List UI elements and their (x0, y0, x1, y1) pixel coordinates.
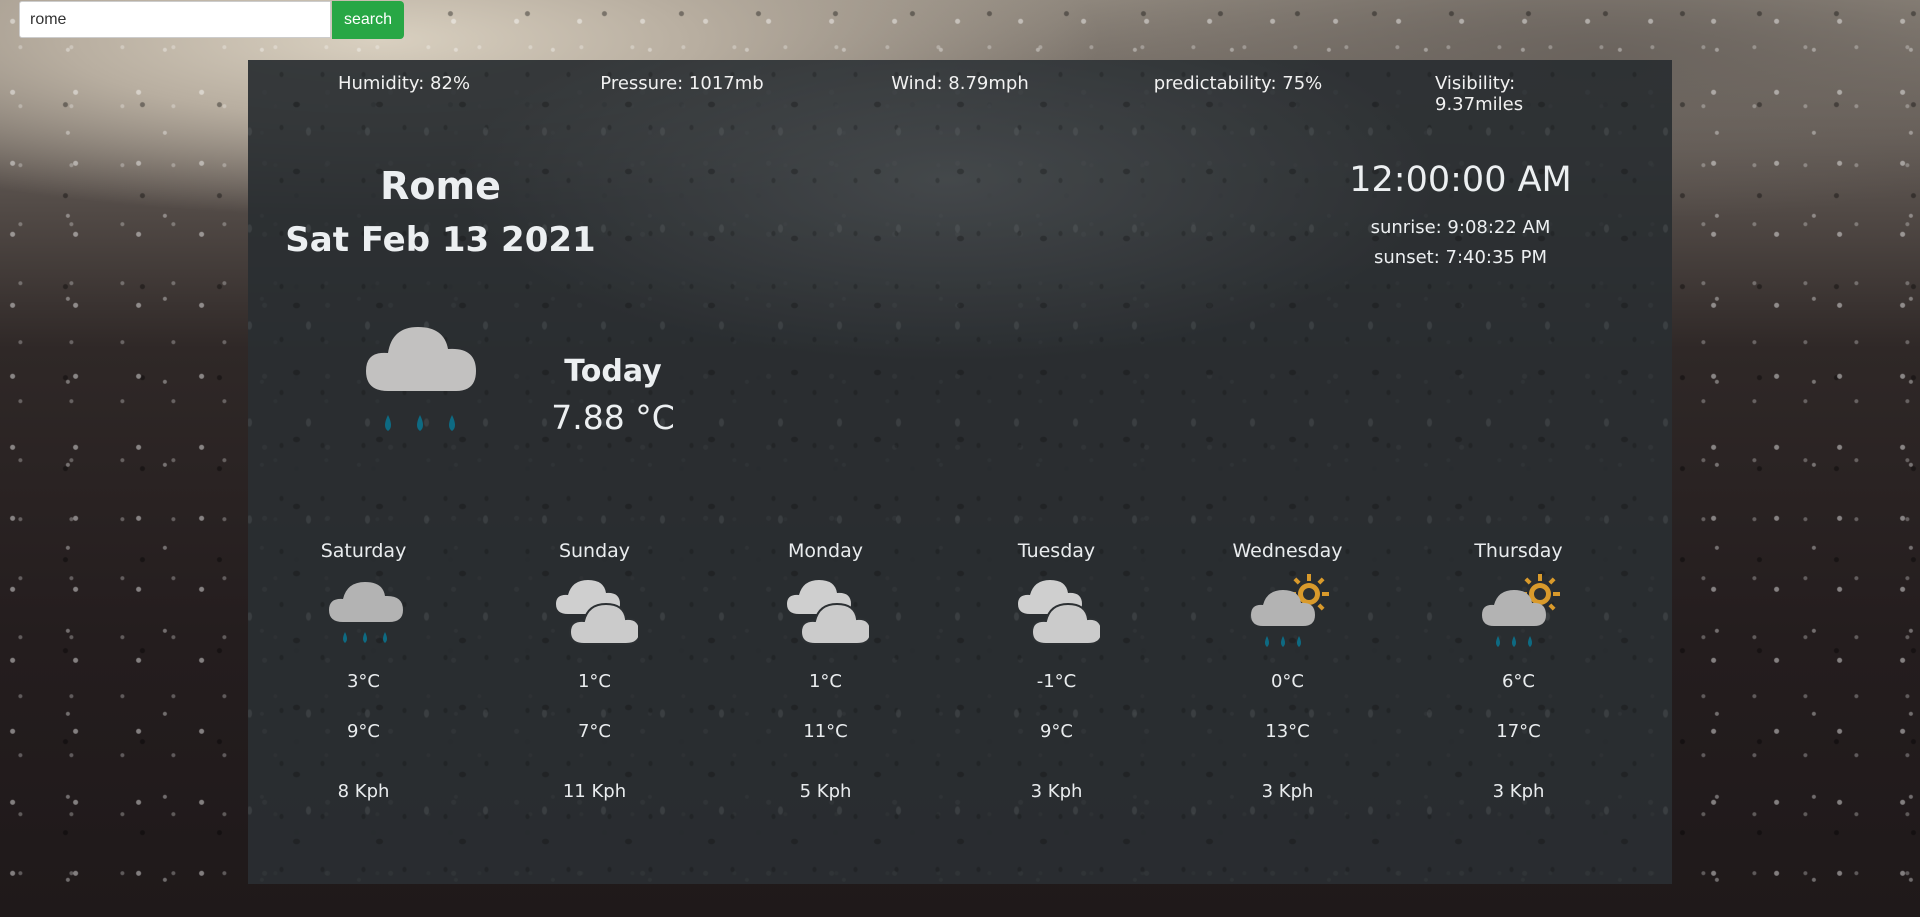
forecast-day-name: Saturday (320, 540, 407, 562)
rain-cloud-icon (366, 327, 476, 431)
forecast-day: Monday 1°C 11°C 5 Kph (710, 540, 941, 840)
cloudy-icon (787, 580, 869, 645)
wind-stat: Wind: 8.79mph (891, 73, 1029, 94)
forecast-low: 3°C (346, 671, 381, 692)
search-input[interactable] (19, 1, 331, 38)
stats-bar: Humidity: 82% Pressure: 1017mb Wind: 8.7… (248, 73, 1672, 115)
sun-rain-cloud-icon (1482, 574, 1560, 647)
search-button[interactable]: search (332, 1, 405, 39)
forecast-day: Thursday 6°C 17°C 3 Kph (1403, 540, 1634, 840)
forecast-high: 7°C (577, 721, 612, 742)
visibility-stat: Visibility: 9.37miles (1435, 73, 1524, 115)
forecast-wind: 3 Kph (1492, 781, 1545, 802)
rain-cloud-icon (329, 582, 403, 643)
forecast-high: 13°C (1265, 721, 1310, 742)
forecast-low: 1°C (577, 671, 612, 692)
forecast-high: 9°C (1039, 721, 1074, 742)
current-time: 12:00:00 AM (1349, 160, 1572, 200)
forecast-day-name: Tuesday (1017, 540, 1096, 562)
forecast-day: Sunday 1°C 7°C 11 Kph (479, 540, 710, 840)
forecast-wind: 8 Kph (337, 781, 390, 802)
cloudy-icon (1018, 580, 1100, 645)
forecast-wind: 11 Kph (562, 781, 627, 802)
forecast-day-name: Wednesday (1232, 540, 1343, 562)
weather-panel: Humidity: 82% Pressure: 1017mb Wind: 8.7… (248, 60, 1672, 884)
forecast-wind: 3 Kph (1030, 781, 1083, 802)
forecast-day: Wednesday 0°C 13°C 3 Kph (1172, 540, 1403, 840)
forecast-day-name: Thursday (1474, 540, 1563, 562)
forecast-high: 11°C (803, 721, 848, 742)
forecast-low: 0°C (1270, 671, 1305, 692)
forecast-day-name: Sunday (558, 540, 631, 562)
forecast-low: 6°C (1501, 671, 1536, 692)
forecast-day: Saturday 3°C 9°C 8 Kph (248, 540, 479, 840)
forecast-high: 9°C (346, 721, 381, 742)
humidity-stat: Humidity: 82% (337, 73, 471, 94)
sunrise-time: sunrise: 9:08:22 AM (1370, 217, 1551, 238)
forecast-low: 1°C (808, 671, 843, 692)
sunset-time: sunset: 7:40:35 PM (1374, 247, 1547, 268)
search-bar: search (19, 1, 405, 39)
forecast-wind: 5 Kph (799, 781, 852, 802)
forecast-high: 17°C (1496, 721, 1541, 742)
forecast-wind: 3 Kph (1261, 781, 1314, 802)
sun-rain-cloud-icon (1251, 574, 1329, 647)
forecast-day-name: Monday (787, 540, 863, 562)
predictability-stat: predictability: 75% (1153, 73, 1323, 94)
cloudy-icon (556, 580, 638, 645)
current-date: Sat Feb 13 2021 (285, 220, 596, 260)
pressure-stat: Pressure: 1017mb (600, 73, 764, 94)
forecast-low: -1°C (1036, 671, 1077, 692)
today-label: Today (564, 354, 662, 389)
today-temperature: 7.88 °C (551, 398, 675, 437)
forecast-day: Tuesday -1°C 9°C 3 Kph (941, 540, 1172, 840)
city-name: Rome (380, 164, 501, 208)
